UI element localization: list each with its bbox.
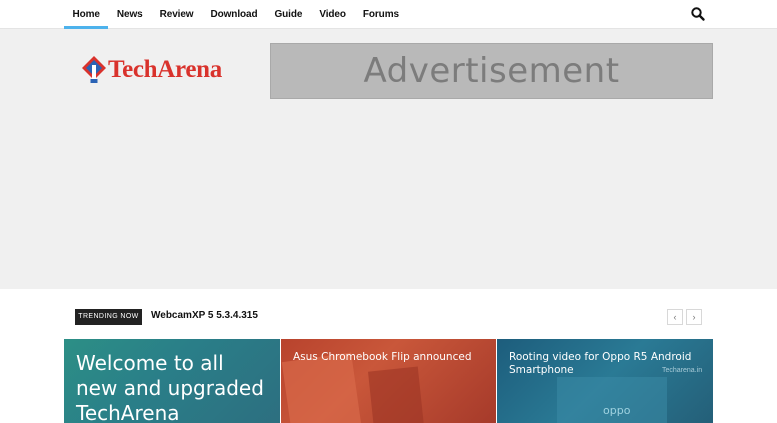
featured-post-title: Asus Chromebook Flip announced [293,351,472,363]
nav-item-review[interactable]: Review [151,0,202,29]
logo-text: TechArena [108,56,222,83]
featured-post-1[interactable]: Welcome to all new and upgraded TechAren… [64,339,280,423]
trending-now-badge: TRENDING NOW [75,309,142,325]
advertisement-banner[interactable]: Advertisement [270,43,713,99]
oppo-logo: oppo [603,404,631,417]
trending-post-link[interactable]: WebcamXP 5 5.3.4.315 [151,310,258,321]
site-logo[interactable]: TechArena [81,55,251,87]
featured-post-2[interactable]: Asus Chromebook Flip announced [281,339,496,423]
top-navbar: Home News Review Download Guide Video Fo… [0,0,777,29]
nav-item-home[interactable]: Home [64,0,109,29]
chromebook-image-shadow [368,366,424,423]
featured-post-title: Rooting video for Oppo R5 Android Smartp… [509,351,692,376]
chevron-right-icon[interactable]: › [686,309,702,325]
nav-item-news[interactable]: News [108,0,151,29]
search-icon[interactable] [690,6,706,22]
featured-post-3[interactable]: oppo Techarena.in Rooting video for Oppo… [497,339,713,423]
nav-item-download[interactable]: Download [202,0,266,29]
advertisement-label: Advertisement [363,51,620,91]
nav-item-video[interactable]: Video [311,0,355,29]
logo-mark-icon [82,56,106,83]
nav-item-guide[interactable]: Guide [266,0,311,29]
main-menu: Home News Review Download Guide Video Fo… [64,0,407,29]
main-content: TRENDING NOW WebcamXP 5 5.3.4.315 ‹ › We… [0,289,777,423]
nav-item-forums[interactable]: Forums [354,0,407,29]
featured-post-title: Welcome to all new and upgraded TechAren… [76,351,264,423]
chevron-left-icon[interactable]: ‹ [667,309,683,325]
